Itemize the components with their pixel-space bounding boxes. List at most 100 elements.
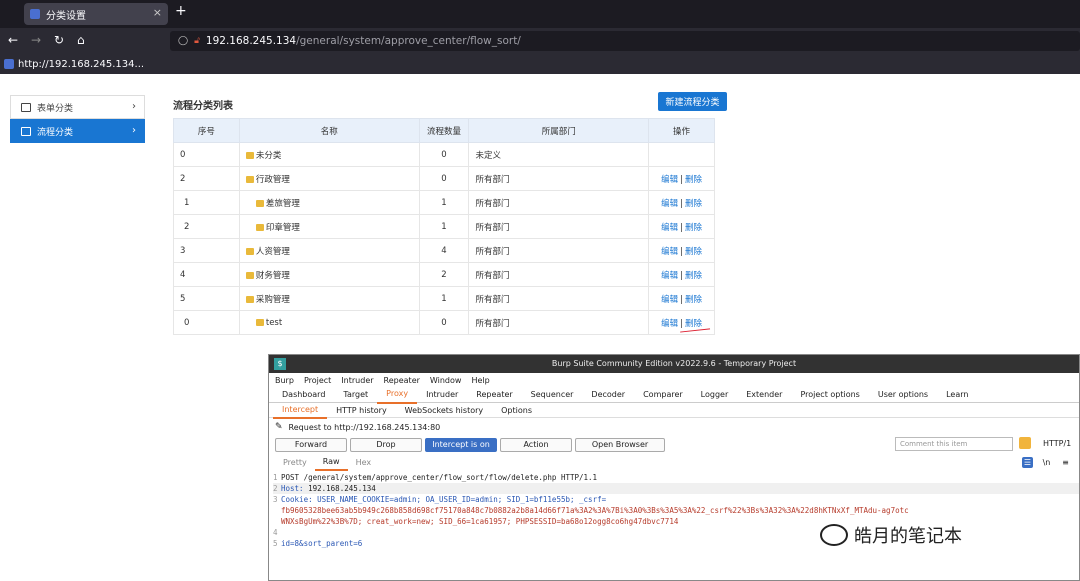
delete-link[interactable]: 删除 xyxy=(685,271,702,281)
comment-input[interactable]: Comment this item xyxy=(895,437,1013,451)
burp-tab[interactable]: Logger xyxy=(692,387,738,403)
burp-subtab[interactable]: HTTP history xyxy=(327,403,396,418)
drop-button[interactable]: Drop xyxy=(350,438,422,452)
delete-link[interactable]: 删除 xyxy=(685,247,702,257)
tab-raw[interactable]: Raw xyxy=(314,455,348,471)
new-flow-category-button[interactable]: 新建流程分类 xyxy=(658,92,727,111)
burp-subtab[interactable]: Options xyxy=(492,403,541,418)
burp-main-tabs: Dashboard Target Proxy Intruder Repeater Sequ… xyxy=(269,386,1079,404)
burp-tab[interactable]: Extender xyxy=(737,387,791,403)
cell-count: 0 xyxy=(418,310,470,335)
burp-tab[interactable]: User options xyxy=(869,387,937,403)
pencil-icon[interactable]: ✎ xyxy=(275,422,283,432)
burp-tab[interactable]: Comparer xyxy=(634,387,692,403)
request-line-2: 2 Host: 192.168.245.134 xyxy=(273,483,1079,494)
burp-titlebar: $ Burp Suite Community Edition v2022.9.6… xyxy=(269,355,1079,373)
menu-item[interactable]: Project xyxy=(304,376,331,385)
home-icon[interactable]: ⌂ xyxy=(77,33,85,47)
cell-name: test xyxy=(238,310,420,335)
highlight-icon[interactable] xyxy=(1019,437,1031,449)
cell-count: 0 xyxy=(418,166,470,191)
cell-index: 1 xyxy=(173,190,240,215)
bookmark-link[interactable]: http://192.168.245.134... xyxy=(18,59,144,70)
delete-link[interactable]: 删除 xyxy=(685,175,702,185)
edit-link[interactable]: 编辑 xyxy=(661,175,678,185)
menu-item[interactable]: Window xyxy=(430,376,462,385)
back-icon[interactable]: ← xyxy=(8,33,18,47)
tab-hex[interactable]: Hex xyxy=(348,456,380,470)
new-tab-button[interactable]: + xyxy=(175,3,187,19)
table-row: 2 印章管理 1 所有部门 编辑 | 删除 xyxy=(173,214,715,239)
edit-link[interactable]: 编辑 xyxy=(661,247,678,257)
delete-link[interactable]: 删除 xyxy=(685,223,702,233)
url-bar[interactable]: ◯ 🔓︎ 192.168.245.134 /general/system/app… xyxy=(170,31,1080,51)
edit-link[interactable]: 编辑 xyxy=(661,199,678,209)
sidebar-item-form-category[interactable]: 表单分类 › xyxy=(10,95,145,119)
wrap-lines-icon[interactable]: ☰ xyxy=(1022,457,1033,468)
cell-count: 0 xyxy=(418,142,470,167)
request-to-label: Request to http://192.168.245.134:80 xyxy=(288,422,441,432)
menu-item[interactable]: Burp xyxy=(275,376,294,385)
burp-tab[interactable]: Project options xyxy=(791,387,868,403)
burp-tab[interactable]: Decoder xyxy=(582,387,634,403)
table-row: 5 采购管理 1 所有部门 编辑 | 删除 xyxy=(173,286,715,311)
cell-count: 1 xyxy=(418,214,470,239)
delete-link[interactable]: 删除 xyxy=(685,295,702,305)
cell-name: 印章管理 xyxy=(238,214,420,239)
action-button[interactable]: Action xyxy=(500,438,572,452)
open-browser-button[interactable]: Open Browser xyxy=(575,438,665,452)
http-version-label[interactable]: HTTP/1 xyxy=(1043,439,1071,448)
burp-tab[interactable]: Target xyxy=(334,387,377,403)
burp-tab[interactable]: Learn xyxy=(937,387,977,403)
burp-tab[interactable]: Repeater xyxy=(467,387,521,403)
burp-subtab[interactable]: WebSockets history xyxy=(396,403,492,418)
forward-icon[interactable]: → xyxy=(31,33,41,47)
delete-link[interactable]: 删除 xyxy=(685,199,702,209)
cell-index: 0 xyxy=(173,310,240,335)
edit-link[interactable]: 编辑 xyxy=(661,271,678,281)
request-line-3: 3 Cookie: USER_NAME_COOKIE=admin; OA_USER… xyxy=(273,495,607,504)
cell-dept: 所有部门 xyxy=(468,238,650,263)
folder-icon xyxy=(245,151,254,159)
edit-link[interactable]: 编辑 xyxy=(661,319,678,329)
cell-index: 2 xyxy=(173,214,240,239)
table-row: 2 行政管理 0 所有部门 编辑 | 删除 xyxy=(173,166,715,191)
table-row: 0 未分类 0 未定义 xyxy=(173,142,715,167)
close-icon[interactable]: × xyxy=(153,6,162,19)
cell-count: 1 xyxy=(418,190,470,215)
burp-tab[interactable]: Intruder xyxy=(417,387,467,403)
menu-item[interactable]: Repeater xyxy=(384,376,420,385)
request-line-1: 1 POST /general/system/approve_center/flo… xyxy=(273,473,598,482)
cell-index: 5 xyxy=(173,286,240,311)
url-path: /general/system/approve_center/flow_sort… xyxy=(296,35,521,47)
burp-tab[interactable]: Proxy xyxy=(377,386,418,404)
tab-pretty[interactable]: Pretty xyxy=(275,456,315,470)
table-row: 4 财务管理 2 所有部门 编辑 | 删除 xyxy=(173,262,715,287)
burp-tab[interactable]: Sequencer xyxy=(522,387,583,403)
newline-toggle-icon[interactable]: \n xyxy=(1041,457,1052,468)
burp-subtab[interactable]: Intercept xyxy=(273,402,328,419)
page-title: 流程分类列表 xyxy=(173,101,233,112)
menu-item[interactable]: Help xyxy=(471,376,489,385)
edit-link[interactable]: 编辑 xyxy=(661,223,678,233)
view-options: ☰ \n ≡ xyxy=(1022,457,1071,468)
flow-category-table: 序号 名称 流程数量 所属部门 操作 0 未分类 0 未定义 2 行政管理 0 所有部门 编辑 |… xyxy=(173,118,715,335)
cell-actions: 编辑 | 删除 xyxy=(648,214,715,239)
table-row: 3 人资管理 4 所有部门 编辑 | 删除 xyxy=(173,238,715,263)
forward-button[interactable]: Forward xyxy=(275,438,347,452)
intercept-toolbar: Forward Drop Intercept is on Action Open… xyxy=(269,436,1079,454)
edit-link[interactable]: 编辑 xyxy=(661,295,678,305)
menu-item[interactable]: Intruder xyxy=(341,376,373,385)
column-header: 流程数量 xyxy=(418,118,470,143)
cell-count: 1 xyxy=(418,286,470,311)
flow-icon xyxy=(21,126,31,136)
sidebar-item-flow-category[interactable]: 流程分类 › xyxy=(10,119,145,143)
cell-index: 2 xyxy=(173,166,240,191)
cell-dept: 所有部门 xyxy=(468,214,650,239)
intercept-toggle-button[interactable]: Intercept is on xyxy=(425,438,497,452)
request-target: ✎ Request to http://192.168.245.134:80 xyxy=(269,418,1079,436)
burp-tab[interactable]: Dashboard xyxy=(273,387,334,403)
menu-icon[interactable]: ≡ xyxy=(1060,457,1071,468)
browser-tab[interactable]: 分类设置 × xyxy=(24,3,168,25)
reload-icon[interactable]: ↻ xyxy=(54,33,64,47)
